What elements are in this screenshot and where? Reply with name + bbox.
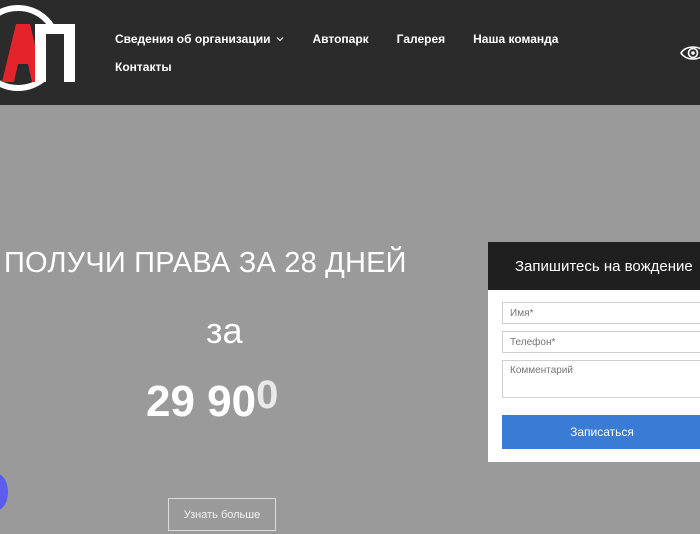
- price-main: 29 90: [146, 377, 257, 426]
- nav-item-label: Наша команда: [473, 32, 559, 46]
- form-body: Записаться: [488, 290, 700, 449]
- signup-form: Запишитесь на вождение Записаться: [488, 242, 700, 462]
- nav-row-1: Сведения об организации Автопарк Галерея…: [115, 28, 585, 50]
- eye-icon[interactable]: [680, 40, 700, 66]
- nav-item-gallery[interactable]: Галерея: [397, 32, 445, 46]
- chevron-down-icon: [277, 37, 284, 42]
- chat-widget-button[interactable]: [0, 474, 8, 510]
- nav-row-2: Контакты: [115, 56, 585, 78]
- hero-za: за: [206, 310, 243, 351]
- nav-item-about[interactable]: Сведения об организации: [115, 32, 284, 46]
- hero-headline: ПОЛУЧИ ПРАВА ЗА 28 ДНЕЙ: [4, 247, 407, 279]
- main-nav: Сведения об организации Автопарк Галерея…: [115, 28, 585, 84]
- price-tail: 0: [256, 373, 279, 417]
- hero-section: ПОЛУЧИ ПРАВА ЗА 28 ДНЕЙ за 29 900 Узнать…: [0, 105, 700, 534]
- comment-input[interactable]: [502, 360, 700, 398]
- nav-item-contacts[interactable]: Контакты: [115, 60, 172, 74]
- nav-item-autopark[interactable]: Автопарк: [312, 32, 368, 46]
- nav-item-label: Галерея: [396, 32, 446, 46]
- logo[interactable]: АП: [0, 2, 82, 96]
- learn-more-button[interactable]: Узнать больше: [168, 498, 276, 531]
- nav-item-label: Контакты: [115, 60, 172, 74]
- name-input[interactable]: [502, 302, 700, 324]
- hero-price: 29 900: [146, 373, 278, 427]
- nav-item-label: Сведения об организации: [115, 32, 271, 46]
- nav-item-label: Автопарк: [312, 32, 369, 46]
- site-header: АП Сведения об организации Автопарк Гале…: [0, 0, 700, 105]
- submit-button[interactable]: Записаться: [502, 415, 700, 449]
- phone-input[interactable]: [502, 331, 700, 353]
- form-title: Запишитесь на вождение: [488, 242, 700, 290]
- nav-item-team[interactable]: Наша команда: [473, 32, 558, 46]
